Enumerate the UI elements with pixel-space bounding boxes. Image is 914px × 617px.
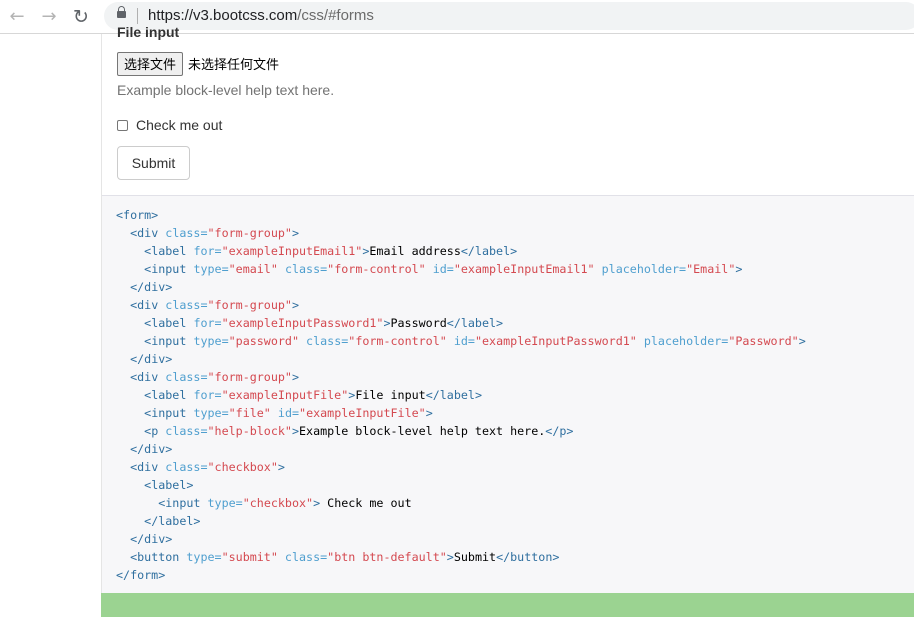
code-line: </div> [130,352,173,366]
forward-arrow-icon[interactable]: → [38,0,60,33]
code-line: <input type="password" class="form-contr… [144,334,806,348]
file-input[interactable]: 选择文件 未选择任何文件 [117,51,279,76]
code-line: <div class="form-group"> [130,370,300,384]
code-line: </div> [130,442,173,456]
help-text: Example block-level help text here. [117,82,335,98]
address-separator [137,8,138,24]
back-arrow-icon[interactable]: ← [6,0,28,33]
choose-file-button[interactable]: 选择文件 [117,51,184,76]
code-line: <div class="form-group"> [130,226,300,240]
check-me-out-checkbox[interactable] [117,119,128,131]
code-line: <form> [116,208,159,222]
url-text[interactable]: https://v3.bootcss.com/css/#forms [148,7,374,24]
no-file-chosen-text: 未选择任何文件 [188,58,280,73]
code-line: </div> [130,532,173,546]
code-line: <input type="file" id="exampleInputFile"… [144,406,433,420]
checkbox-label[interactable]: Check me out [136,117,222,133]
code-pre: <form> <div class="form-group"> <label f… [116,206,806,584]
code-line: <label for="exampleInputEmail1">Email ad… [144,244,518,258]
code-snippet: <form> <div class="form-group"> <label f… [102,195,914,593]
url-path: /css/#forms [297,7,374,24]
next-section-bar [101,593,914,617]
code-line: <button type="submit" class="btn btn-def… [130,550,560,564]
code-line: <label> [144,478,194,492]
code-line: </div> [130,280,173,294]
code-line: <label for="exampleInputFile">File input… [144,388,482,402]
file-input-label: File input [117,24,180,40]
code-line: <div class="form-group"> [130,298,300,312]
code-line: <input type="checkbox"> Check me out [158,496,412,510]
reload-icon[interactable]: ↻ [70,0,92,33]
code-line: <p class="help-block">Example block-leve… [144,424,574,438]
code-line: </label> [144,514,201,528]
form-example: File input 选择文件 未选择任何文件 Example block-le… [102,24,914,195]
code-line: <label for="exampleInputPassword1">Passw… [144,316,504,330]
code-line: <div class="checkbox"> [130,460,285,474]
submit-button[interactable]: Submit [117,146,190,180]
url-host: https://v3.bootcss.com [148,7,298,24]
address-bar[interactable]: https://v3.bootcss.com/css/#forms [104,2,914,30]
checkbox-row[interactable]: Check me out [117,117,222,133]
code-line: </form> [116,568,166,582]
left-gutter [0,34,101,617]
code-line: <input type="email" class="form-control"… [144,262,743,276]
lock-icon[interactable] [117,6,126,18]
